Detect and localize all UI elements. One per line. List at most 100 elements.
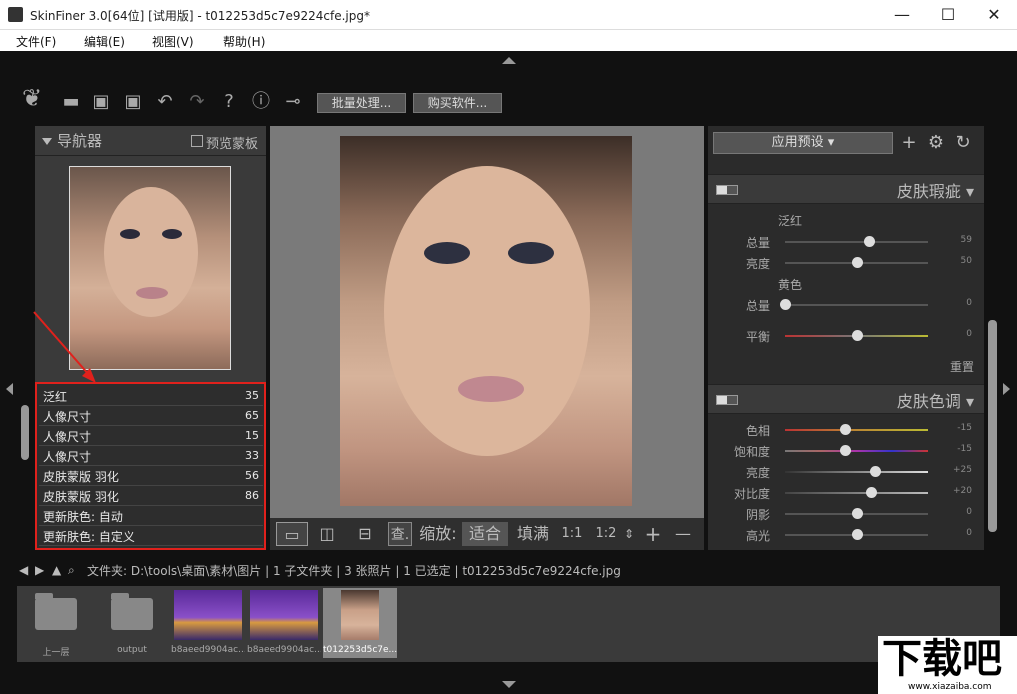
slider-knob[interactable] <box>851 330 863 341</box>
redo-icon[interactable]: ↷ <box>186 91 208 113</box>
zoom-out-button[interactable]: — <box>672 522 694 546</box>
eye-shape <box>162 229 182 239</box>
reset-button[interactable]: 重置 <box>950 358 974 375</box>
contrast-slider[interactable] <box>785 492 928 494</box>
zoom-fill-button[interactable]: 填满 <box>514 522 552 546</box>
face-shape <box>384 166 590 456</box>
image-thumb[interactable]: b8aeed9904ac... <box>247 588 321 658</box>
refresh-icon[interactable]: ↻ <box>952 132 974 154</box>
collapse-triangle-icon[interactable] <box>42 138 52 145</box>
single-view-icon[interactable]: ▭ <box>276 522 308 546</box>
eye-shape <box>120 229 140 239</box>
preview-mask-checkbox[interactable] <box>191 135 203 147</box>
minimize-button[interactable]: — <box>879 0 925 30</box>
image-thumb[interactable]: b8aeed9904ac... <box>171 588 245 658</box>
folder-icon <box>111 593 153 630</box>
slider-value: 50 <box>960 256 972 266</box>
slider-knob[interactable] <box>851 508 863 519</box>
thumb-image <box>250 590 318 640</box>
thumb-image <box>174 590 242 640</box>
search-icon[interactable]: ⌕ <box>68 563 75 578</box>
close-button[interactable]: ✕ <box>971 0 1017 30</box>
maximize-button[interactable]: ☐ <box>925 0 971 30</box>
slider-knob[interactable] <box>864 236 876 247</box>
path-text: 文件夹: D:\tools\桌面\素材\图片 | 1 子文件夹 | 3 张照片 … <box>87 564 621 578</box>
zoom-1-1-button[interactable]: 1:1 <box>558 522 586 546</box>
left-collapse-arrow-icon[interactable] <box>6 383 13 395</box>
back-arrow-icon[interactable]: ◀ <box>19 563 28 577</box>
history-row[interactable]: 更新肤色: 自动 <box>39 506 263 526</box>
saturation-slider[interactable] <box>785 450 928 452</box>
slider-knob[interactable] <box>851 529 863 540</box>
menu-edit[interactable]: 编辑(E) <box>84 33 125 50</box>
history-row[interactable]: 皮肤蒙版 羽化 56 <box>39 466 263 486</box>
main-photo[interactable] <box>340 136 632 506</box>
slider-knob[interactable] <box>870 466 882 477</box>
eye-shape <box>424 242 470 264</box>
slider-knob[interactable] <box>780 299 791 310</box>
left-panel: 导航器 预览蒙板 泛红 35 人像尺寸 65 人像尺寸 15 人像尺寸 33 皮肤蒙版 … <box>35 126 266 550</box>
add-preset-icon[interactable]: + <box>898 132 920 154</box>
forward-arrow-icon[interactable]: ▶ <box>35 563 44 577</box>
zoom-in-button[interactable]: + <box>642 522 664 546</box>
blemish-toggle[interactable] <box>716 185 738 195</box>
split-vertical-icon[interactable]: ◫ <box>314 522 340 546</box>
zoom-stepper-icon[interactable]: ⇕ <box>622 522 636 546</box>
plugin-icon[interactable]: ⊸ <box>282 91 304 113</box>
yellow-amount-slider[interactable] <box>785 304 928 306</box>
tone-section-header[interactable]: 皮肤色调 ▾ <box>708 384 984 414</box>
left-scrollbar[interactable] <box>21 405 29 460</box>
menu-bar: 文件(F) 编辑(E) 视图(V) 帮助(H) <box>0 30 1017 51</box>
history-row[interactable]: 人像尺寸 65 <box>39 406 263 426</box>
slider-knob[interactable] <box>865 487 877 498</box>
history-row[interactable]: 更新肤色: 自定义 <box>39 526 263 546</box>
history-row[interactable]: 泛红 35 <box>39 386 263 406</box>
slider-label: 亮度 <box>745 466 770 480</box>
zoom-label: 缩放: <box>419 524 457 543</box>
batch-process-button[interactable]: 批量处理... <box>317 93 406 113</box>
thumb-caption: t012253d5c7e... <box>323 645 397 655</box>
tone-brightness-slider[interactable] <box>785 471 928 473</box>
compare-button[interactable]: 查. <box>388 522 412 546</box>
menu-help[interactable]: 帮助(H) <box>223 33 265 50</box>
undo-icon[interactable]: ↶ <box>154 91 176 113</box>
zoom-fit-button[interactable]: 适合 <box>462 522 508 546</box>
history-row[interactable]: 人像尺寸 15 <box>39 426 263 446</box>
preset-dropdown[interactable]: 应用预设 ▾ <box>713 132 893 154</box>
slider-label: 总量 <box>745 236 770 250</box>
parent-folder-thumb[interactable]: 上一层 <box>19 588 93 658</box>
zoom-1-2-button[interactable]: 1:2 <box>592 522 620 546</box>
collapse-top-arrow-icon[interactable] <box>502 57 516 64</box>
slider-value: -15 <box>957 444 972 454</box>
history-row[interactable]: 皮肤蒙版 羽化 86 <box>39 486 263 506</box>
save-as-icon[interactable]: ▣ <box>122 91 144 113</box>
slider-label: 总量 <box>745 299 770 313</box>
image-thumb-selected[interactable]: t012253d5c7e... <box>323 588 397 658</box>
save-icon[interactable]: ▣ <box>90 91 112 113</box>
menu-file[interactable]: 文件(F) <box>16 33 56 50</box>
help-icon[interactable]: ? <box>218 91 240 113</box>
hue-slider[interactable] <box>785 429 928 431</box>
settings-gear-icon[interactable]: ⚙ <box>925 132 947 154</box>
blemish-section-header[interactable]: 皮肤瑕疵 ▾ <box>708 174 984 204</box>
slider-knob[interactable] <box>840 424 852 435</box>
preview-mask-label: 预览蒙板 <box>206 137 259 152</box>
history-row[interactable]: 人像尺寸 33 <box>39 446 263 466</box>
open-folder-icon[interactable]: ▬ <box>60 91 82 113</box>
menu-view[interactable]: 视图(V) <box>152 33 194 50</box>
navigator-thumbnail[interactable] <box>69 166 231 370</box>
slider-knob[interactable] <box>840 445 852 456</box>
amount-slider[interactable] <box>785 241 928 243</box>
path-bar: ◀ ▶ ▲ ⌕ 文件夹: D:\tools\桌面\素材\图片 | 1 子文件夹 … <box>15 559 1000 583</box>
collapse-bottom-arrow-icon[interactable] <box>502 681 516 688</box>
slider-label: 高光 <box>745 529 770 543</box>
info-icon[interactable]: ⓘ <box>250 91 272 113</box>
split-horizontal-icon[interactable]: ⊟ <box>350 522 380 546</box>
slider-knob[interactable] <box>851 257 863 268</box>
buy-software-button[interactable]: 购买软件... <box>413 93 502 113</box>
right-scrollbar[interactable] <box>988 320 997 532</box>
output-folder-thumb[interactable]: output <box>95 588 169 658</box>
right-collapse-arrow-icon[interactable] <box>1003 383 1010 395</box>
up-arrow-icon[interactable]: ▲ <box>52 563 61 577</box>
tone-toggle[interactable] <box>716 395 738 405</box>
